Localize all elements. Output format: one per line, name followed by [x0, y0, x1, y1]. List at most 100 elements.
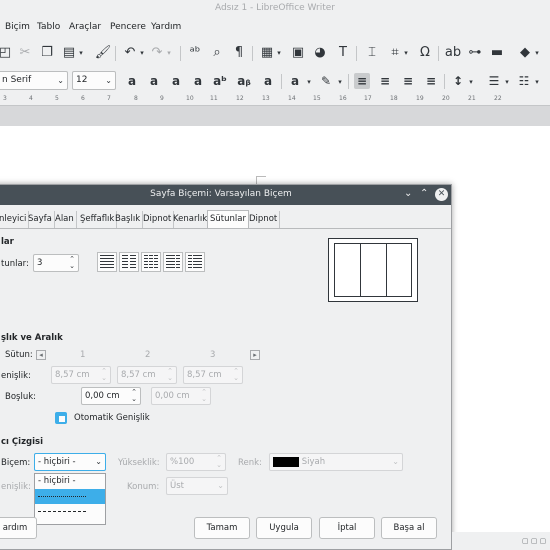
align-right-icon[interactable]: ≡ [400, 73, 416, 89]
spin-arrows-icon: ⌃ ⌄ [167, 367, 173, 382]
strikethrough-icon[interactable]: a [190, 73, 206, 89]
separator-color-value: Siyah [301, 457, 326, 467]
separator-style-select[interactable]: - hiçbiri - ⌄ [34, 453, 106, 471]
columns-preview [328, 238, 418, 302]
bullets-icon[interactable]: ☰ [486, 73, 502, 89]
underline-icon[interactable]: a [168, 73, 184, 89]
shadow-icon[interactable]: a [260, 73, 276, 89]
layout-right-wide-button[interactable] [185, 252, 205, 272]
clone-formatting-icon[interactable]: 🖌 [94, 44, 112, 62]
view-mode-icon[interactable]: ▢ ▢ ▢ [522, 537, 546, 545]
help-button[interactable]: ardım [0, 517, 37, 539]
footnote-icon[interactable]: ⊶ [466, 44, 484, 62]
page-style-dialog: Sayfa Biçemi: Varsayılan Biçem ⌄ ⌃ ✕ nle… [0, 184, 452, 550]
menu-table[interactable]: Tablo [37, 22, 60, 32]
font-name-combo[interactable]: n Serif ⌄ [0, 71, 68, 90]
paste-dropdown-icon[interactable]: ▾ [77, 44, 85, 62]
window-title: Adsız 1 - LibreOffice Writer [0, 0, 550, 17]
find-replace-icon[interactable]: ⌕ [208, 44, 226, 62]
menu-tools[interactable]: Araçlar [69, 22, 101, 32]
tab-borders[interactable]: Kenarlık [171, 211, 211, 228]
italic-icon[interactable]: a [146, 73, 162, 89]
line-spacing-icon[interactable]: ↕ [450, 73, 466, 89]
spin-arrows-icon[interactable]: ⌃ ⌄ [131, 389, 137, 403]
insert-image-icon[interactable]: ▣ [289, 44, 307, 62]
superscript-icon[interactable]: aᵇ [212, 73, 228, 89]
justify-icon[interactable]: ≡ [423, 73, 439, 89]
align-left-icon[interactable]: ≡ [354, 73, 370, 89]
redo-icon[interactable]: ↷ [148, 44, 166, 62]
copy-icon[interactable]: ❐ [38, 44, 56, 62]
undo-icon[interactable]: ↶ [121, 44, 139, 62]
minimize-icon[interactable]: ⌄ [404, 188, 412, 199]
layout-3-columns-button[interactable] [141, 252, 161, 272]
redo-dropdown-icon[interactable]: ▾ [165, 44, 173, 62]
hyperlink-icon[interactable]: ab [444, 44, 462, 62]
spacing-spinner-1[interactable]: 0,00 cm ⌃ ⌄ [81, 387, 141, 405]
line-spacing-dropdown-icon[interactable]: ▾ [467, 73, 475, 91]
menu-help[interactable]: Yardım [151, 22, 181, 32]
special-character-icon[interactable]: Ω [416, 44, 434, 62]
font-size-combo[interactable]: 12 ⌄ [72, 71, 116, 90]
maximize-icon[interactable]: ⌃ [420, 188, 428, 199]
undo-dropdown-icon[interactable]: ▾ [138, 44, 146, 62]
columns-count-spinner[interactable]: 3 ⌃ ⌄ [33, 254, 79, 272]
tab-footer[interactable]: Dipnot [141, 211, 175, 228]
page-break-icon[interactable]: ⌶ [363, 44, 381, 62]
width-value: 8,57 cm [55, 370, 90, 380]
field-dropdown-icon[interactable]: ▾ [402, 44, 410, 62]
layout-1-column-button[interactable] [97, 252, 117, 272]
shapes-icon[interactable]: ◆ [516, 44, 534, 62]
column-number: 2 [145, 350, 151, 360]
close-icon[interactable]: ✕ [435, 188, 448, 201]
chevron-right-icon[interactable]: ▸ [250, 350, 260, 360]
font-color-dropdown-icon[interactable]: ▾ [305, 73, 313, 91]
spin-arrows-icon[interactable]: ⌃ ⌄ [69, 256, 75, 270]
spelling-icon[interactable]: ᵃᵇ [186, 44, 204, 62]
tab-organizer[interactable]: nleyici [0, 211, 30, 228]
print-preview-icon[interactable]: ◰ [0, 44, 14, 62]
insert-table-icon[interactable]: ▦ [258, 44, 276, 62]
shapes-dropdown-icon[interactable]: ▾ [533, 44, 541, 62]
color-label: Renk: [238, 458, 262, 468]
spin-arrows-icon: ⌃ ⌄ [101, 367, 107, 382]
tab-area[interactable]: Alan [53, 211, 77, 228]
align-center-icon[interactable]: ≡ [377, 73, 393, 89]
reset-button[interactable]: Başa al [381, 517, 437, 539]
numbering-icon[interactable]: ☷ [516, 73, 532, 89]
comment-icon[interactable]: ▬ [488, 44, 506, 62]
dropdown-option-dashed[interactable] [35, 504, 105, 519]
dropdown-option-none[interactable]: - hiçbiri - [35, 474, 105, 489]
tab-footnote[interactable]: Dipnot [247, 211, 281, 228]
chevron-left-icon[interactable]: ◂ [36, 350, 46, 360]
font-color-icon[interactable]: a [287, 73, 303, 89]
table-dropdown-icon[interactable]: ▾ [275, 44, 283, 62]
autowidth-checkbox[interactable] [55, 412, 67, 424]
dropdown-option-dotted[interactable] [35, 489, 105, 504]
chevron-down-icon: ⌄ [95, 457, 102, 466]
layout-2-columns-button[interactable] [119, 252, 139, 272]
insert-textbox-icon[interactable]: T [334, 44, 352, 62]
highlight-dropdown-icon[interactable]: ▾ [336, 73, 344, 91]
apply-button[interactable]: Uygula [256, 517, 312, 539]
tab-transparency[interactable]: Şeffaflık [78, 211, 118, 228]
layout-left-wide-button[interactable] [163, 252, 183, 272]
ok-button[interactable]: Tamam [194, 517, 250, 539]
menu-format[interactable]: Biçim [5, 22, 30, 32]
highlight-icon[interactable]: ✎ [318, 73, 334, 89]
horizontal-ruler[interactable]: 3 4 5 6 7 8 9 10 11 12 13 14 15 16 17 18… [0, 94, 550, 106]
numbering-dropdown-icon[interactable]: ▾ [533, 73, 541, 91]
dialog-titlebar[interactable]: Sayfa Biçemi: Varsayılan Biçem ⌄ ⌃ ✕ [0, 185, 451, 205]
menu-window[interactable]: Pencere [110, 22, 146, 32]
insert-chart-icon[interactable]: ◕ [311, 44, 329, 62]
tab-columns[interactable]: Sütunlar [207, 210, 249, 228]
cancel-button[interactable]: İptal [319, 517, 375, 539]
bold-icon[interactable]: a [124, 73, 140, 89]
formatting-marks-icon[interactable]: ¶ [230, 44, 248, 62]
cut-icon[interactable]: ✂ [16, 44, 34, 62]
tab-header[interactable]: Başlık [113, 211, 144, 228]
paste-icon[interactable]: ▤ [60, 44, 78, 62]
bullets-dropdown-icon[interactable]: ▾ [503, 73, 511, 91]
subscript-icon[interactable]: aᵦ [236, 73, 252, 89]
tab-page[interactable]: Sayfa [26, 211, 55, 228]
